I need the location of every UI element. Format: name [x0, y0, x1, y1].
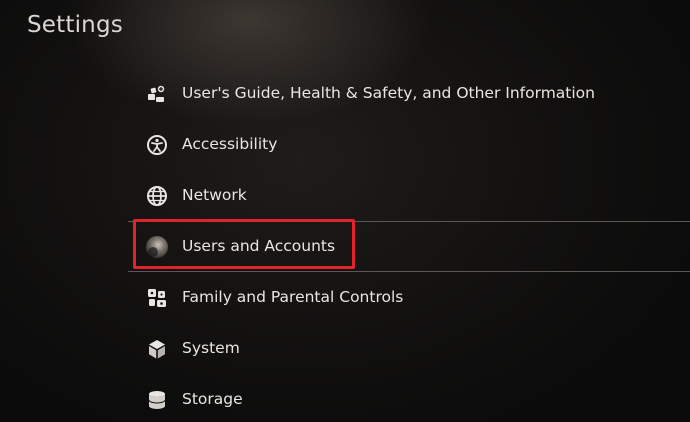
menu-item-label: Network	[182, 186, 247, 204]
menu-item-users-and-accounts[interactable]: Users and Accounts	[0, 221, 690, 272]
settings-menu: User's Guide, Health & Safety, and Other…	[0, 68, 690, 422]
menu-item-label: Family and Parental Controls	[182, 288, 404, 306]
page-title: Settings	[27, 12, 123, 38]
storage-icon	[146, 389, 168, 411]
menu-item-label: Storage	[182, 390, 243, 408]
menu-item-users-guide[interactable]: User's Guide, Health & Safety, and Other…	[0, 68, 690, 119]
globe-icon	[146, 185, 168, 207]
menu-item-label: System	[182, 339, 240, 357]
menu-item-label: Users and Accounts	[182, 237, 336, 255]
avatar	[146, 236, 168, 258]
settings-screen: Settings User's Guide, Health & Safety, …	[0, 0, 690, 422]
menu-item-label: User's Guide, Health & Safety, and Other…	[182, 84, 595, 102]
menu-item-label: Accessibility	[182, 135, 278, 153]
menu-item-network[interactable]: Network	[0, 170, 690, 221]
cube-icon	[146, 338, 168, 360]
avatar-icon	[146, 236, 168, 258]
accessibility-icon	[146, 134, 168, 156]
menu-item-storage[interactable]: Storage	[0, 374, 690, 422]
menu-item-system[interactable]: System	[0, 323, 690, 374]
menu-item-family-parental-controls[interactable]: Family and Parental Controls	[0, 272, 690, 323]
family-icon	[146, 287, 168, 309]
guide-icon	[146, 83, 168, 105]
menu-item-accessibility[interactable]: Accessibility	[0, 119, 690, 170]
